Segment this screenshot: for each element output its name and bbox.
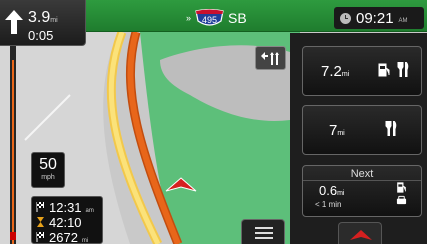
checkered-flag-icon [36, 202, 44, 212]
road-prefix: » [186, 13, 192, 23]
restaurant-icon [385, 121, 397, 136]
next-title: Next [303, 168, 421, 181]
hourglass-icon [37, 217, 44, 227]
next-services-card[interactable]: Next 0.6mi < 1 min [302, 165, 422, 217]
interstate-shield-icon: 495 [195, 9, 224, 26]
clock-box: 09:21 AM [334, 7, 424, 29]
position-arrow-icon [350, 230, 372, 240]
remaining-time-row: 42:10 [36, 215, 86, 230]
checkered-flag-icon [36, 232, 44, 242]
current-road: » 495 SB [186, 9, 247, 27]
speed-limit-box: 50 mph [31, 152, 65, 188]
lane-arrows-icon [261, 52, 279, 65]
route-progress-fill [12, 60, 14, 244]
fuel-pump-icon [397, 182, 406, 193]
navigation-view-tab[interactable] [338, 222, 382, 244]
menu-icon [255, 232, 273, 234]
clock-ampm: AM [398, 18, 408, 24]
straight-arrow-icon [5, 10, 23, 34]
fuel-pump-icon [378, 63, 390, 76]
turn-distance: 3.9mi [28, 9, 58, 26]
poi-distance: 7.2mi [321, 63, 350, 80]
arrival-time-row: 12:31 am [36, 200, 94, 215]
poi-card-food[interactable]: 7mi [302, 105, 422, 155]
lane-guidance-button[interactable] [255, 46, 286, 70]
next-time: < 1 min [315, 200, 342, 209]
next-distance: 0.6mi [319, 183, 345, 198]
menu-icon [255, 237, 273, 239]
services-panel: 7.2mi 7mi Next 0.6mi < 1 min [290, 33, 427, 244]
turn-time: 0:05 [28, 28, 54, 43]
car-icon [396, 195, 407, 205]
menu-icon [255, 227, 273, 229]
menu-button[interactable] [241, 219, 285, 244]
speed-value: 50 [39, 156, 57, 173]
shield-number: 495 [202, 15, 217, 25]
clock-time: 09:21 [356, 9, 394, 27]
remaining-distance-row: 2672 mi [36, 230, 88, 244]
poi-distance: 7mi [329, 122, 345, 139]
restaurant-icon [397, 62, 409, 77]
clock-icon [340, 12, 351, 24]
road-direction: SB [228, 10, 247, 26]
trip-info-panel[interactable]: 12:31 am 42:10 2672 mi [31, 196, 103, 244]
next-turn-panel[interactable]: 3.9mi 0:05 [0, 0, 86, 46]
speed-unit: mph [41, 174, 55, 181]
poi-card-fuel-food[interactable]: 7.2mi [302, 46, 422, 96]
destination-flag-icon [10, 232, 16, 240]
